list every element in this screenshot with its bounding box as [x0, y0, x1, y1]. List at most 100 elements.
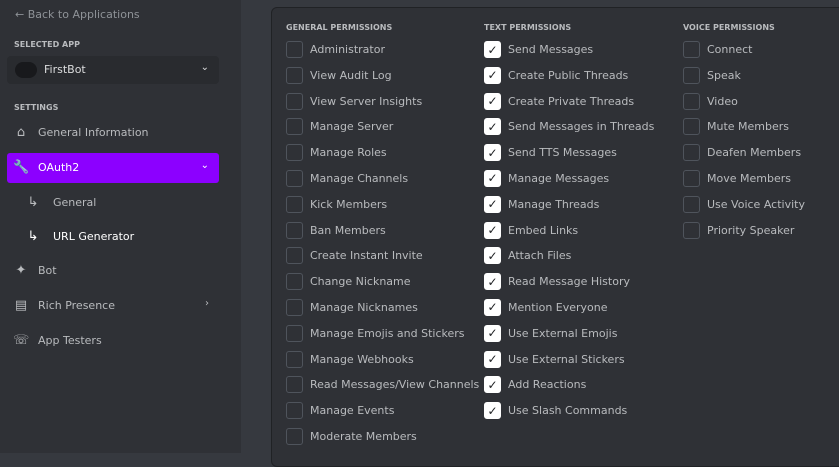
checkbox[interactable]: ✓ — [484, 273, 501, 291]
permission-item[interactable]: Create Instant Invite — [286, 247, 479, 273]
permission-item[interactable]: Move Members — [683, 169, 805, 196]
sidebar-item-url-generator[interactable]: ↳ URL Generator — [7, 222, 219, 252]
permission-item[interactable]: Change Nickname — [286, 273, 479, 299]
permission-label: Read Messages/View Channels — [310, 378, 480, 392]
checkbox[interactable] — [683, 221, 700, 239]
permission-item[interactable]: Manage Channels — [286, 169, 479, 196]
permission-item[interactable]: Read Messages/View Channels — [286, 376, 479, 402]
permission-item[interactable]: Manage Emojis and Stickers — [286, 324, 479, 351]
selected-app-heading: SELECTED APP — [14, 40, 80, 49]
permission-item[interactable]: Administrator — [286, 41, 479, 67]
checkbox[interactable] — [286, 350, 303, 368]
checkbox[interactable]: ✓ — [484, 402, 501, 420]
permission-item[interactable]: ✓ Use Slash Commands — [484, 402, 654, 428]
checkbox[interactable] — [286, 273, 303, 291]
checkbox[interactable] — [286, 427, 303, 445]
permission-label: Create Public Threads — [508, 68, 629, 82]
permission-item[interactable]: Video — [683, 92, 805, 119]
sidebar-item-bot[interactable]: ✦ Bot — [7, 256, 219, 286]
permission-item[interactable]: ✓ Send Messages in Threads — [484, 118, 654, 144]
permission-item[interactable]: ✓ Mention Everyone — [484, 298, 654, 325]
checkbox[interactable] — [683, 92, 700, 110]
permission-item[interactable]: ✓ Create Public Threads — [484, 66, 654, 93]
checkbox[interactable] — [286, 324, 303, 342]
app-selector[interactable]: FirstBot ⌄ — [7, 56, 219, 84]
permission-item[interactable]: ✓ Manage Messages — [484, 169, 654, 196]
checkbox[interactable] — [286, 118, 303, 136]
permission-item[interactable]: Ban Members — [286, 221, 479, 248]
permission-label: Manage Nicknames — [310, 300, 418, 314]
permission-item[interactable]: Priority Speaker — [683, 221, 805, 248]
checkbox[interactable]: ✓ — [484, 169, 501, 187]
checkbox[interactable] — [286, 144, 303, 162]
checkbox[interactable]: ✓ — [484, 298, 501, 316]
permission-item[interactable]: Manage Roles — [286, 144, 479, 170]
sidebar-item-app-testers[interactable]: ☏ App Testers — [7, 326, 219, 356]
checkbox[interactable] — [683, 169, 700, 187]
permission-item[interactable]: Deafen Members — [683, 144, 805, 170]
sidebar-item-general-information[interactable]: ⌂ General Information — [7, 118, 219, 148]
checkbox[interactable]: ✓ — [484, 92, 501, 110]
permission-item[interactable]: ✓ Read Message History — [484, 273, 654, 299]
checkbox[interactable]: ✓ — [484, 41, 501, 58]
permission-item[interactable]: Speak — [683, 66, 805, 93]
checkbox[interactable]: ✓ — [484, 195, 501, 213]
checkbox[interactable]: ✓ — [484, 118, 501, 136]
permission-item[interactable]: View Audit Log — [286, 66, 479, 93]
checkbox[interactable]: ✓ — [484, 247, 501, 265]
puzzle-icon: ✦ — [15, 263, 27, 278]
checkbox[interactable]: ✓ — [484, 376, 501, 394]
permission-label: Moderate Members — [310, 429, 417, 443]
permission-item[interactable]: Mute Members — [683, 118, 805, 144]
checkbox[interactable]: ✓ — [484, 221, 501, 239]
permission-item[interactable]: Manage Nicknames — [286, 298, 479, 325]
permission-item[interactable]: ✓ Add Reactions — [484, 376, 654, 402]
permission-item[interactable]: Manage Server — [286, 118, 479, 144]
checkbox[interactable] — [683, 66, 700, 84]
permission-item[interactable]: ✓ Attach Files — [484, 247, 654, 273]
checkbox[interactable]: ✓ — [484, 350, 501, 368]
permission-item[interactable]: View Server Insights — [286, 92, 479, 119]
permission-label: View Server Insights — [310, 94, 423, 108]
checkbox[interactable] — [286, 402, 303, 420]
checkbox[interactable] — [683, 144, 700, 162]
permission-item[interactable]: Kick Members — [286, 195, 479, 222]
permission-item[interactable]: ✓ Manage Threads — [484, 195, 654, 222]
permission-item[interactable]: ✓ Send Messages — [484, 41, 654, 67]
sub-arrow-icon: ↳ — [27, 229, 39, 244]
permission-item[interactable]: Manage Webhooks — [286, 350, 479, 377]
checkbox[interactable]: ✓ — [484, 144, 501, 162]
checkbox[interactable] — [683, 195, 700, 213]
permission-item[interactable]: ✓ Use External Emojis — [484, 324, 654, 351]
permission-item[interactable]: ✓ Embed Links — [484, 221, 654, 248]
permission-item[interactable]: Moderate Members — [286, 427, 479, 454]
checkbox[interactable] — [683, 41, 700, 58]
checkbox[interactable] — [286, 221, 303, 239]
settings-heading: SETTINGS — [14, 103, 59, 112]
checkbox[interactable] — [286, 376, 303, 394]
permission-item[interactable]: Use Voice Activity — [683, 195, 805, 222]
checkbox[interactable] — [286, 92, 303, 110]
permission-item[interactable]: ✓ Send TTS Messages — [484, 144, 654, 170]
permission-label: Use Voice Activity — [707, 197, 805, 211]
permission-label: Manage Messages — [508, 171, 610, 185]
checkbox[interactable] — [286, 195, 303, 213]
permission-label: Add Reactions — [508, 378, 587, 392]
sidebar-item-rich-presence[interactable]: ▤ Rich Presence › — [7, 291, 219, 321]
checkbox[interactable] — [286, 41, 303, 58]
checkbox[interactable]: ✓ — [484, 66, 501, 84]
back-to-applications-link[interactable]: ← Back to Applications — [15, 8, 140, 21]
checkbox[interactable] — [286, 169, 303, 187]
sidebar-item-general[interactable]: ↳ General — [7, 188, 219, 218]
checkbox[interactable] — [286, 66, 303, 84]
permission-item[interactable]: Connect — [683, 41, 805, 67]
checkbox[interactable]: ✓ — [484, 324, 501, 342]
checkbox[interactable] — [286, 298, 303, 316]
permission-label: Mention Everyone — [508, 300, 608, 314]
checkbox[interactable] — [683, 118, 700, 136]
sidebar-item-oauth2[interactable]: 🔧 OAuth2 ⌄ — [7, 153, 219, 183]
permission-item[interactable]: ✓ Create Private Threads — [484, 92, 654, 119]
permission-item[interactable]: ✓ Use External Stickers — [484, 350, 654, 377]
checkbox[interactable] — [286, 247, 303, 265]
permission-item[interactable]: Manage Events — [286, 402, 479, 428]
